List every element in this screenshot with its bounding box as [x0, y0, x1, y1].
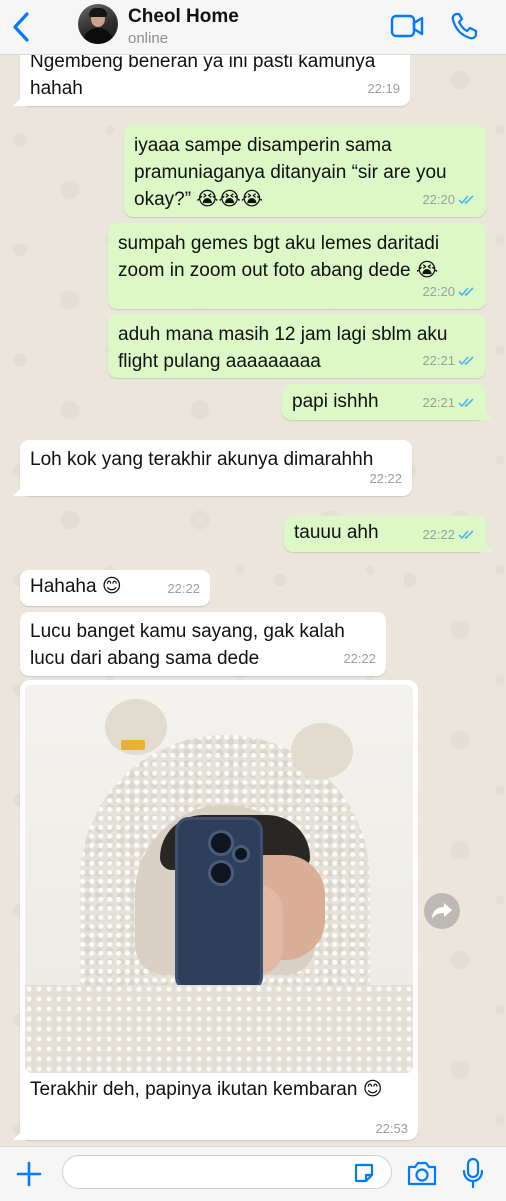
contact-name[interactable]: Cheol Home: [128, 6, 239, 28]
message-text: tauuu ahh: [294, 522, 379, 543]
message-time: 22:20: [422, 192, 455, 207]
plus-icon[interactable]: [15, 1160, 43, 1188]
chat-header: Cheol Home online: [0, 0, 506, 55]
forward-button[interactable]: [424, 893, 460, 929]
message-time: 22:21: [422, 353, 455, 368]
message-text: Loh kok yang terakhir akunya dimarahhh: [30, 449, 374, 470]
message-bubble-outgoing[interactable]: iyaaa sampe disamperin sama pramuniagany…: [124, 125, 486, 217]
message-bubble-outgoing[interactable]: tauuu ahh 22:22: [284, 516, 486, 552]
microphone-icon[interactable]: [462, 1157, 484, 1189]
message-time: 22:19: [367, 81, 400, 96]
message-text: sumpah gemes bgt aku lemes daritadi zoom…: [118, 233, 440, 281]
message-time: 22:22: [343, 651, 376, 666]
read-ticks-icon: [458, 356, 474, 366]
read-ticks-icon: [458, 287, 474, 297]
message-time: 22:22: [422, 527, 455, 542]
read-ticks-icon: [458, 530, 474, 540]
message-time: 22:22: [167, 581, 200, 596]
message-time: 22:53: [375, 1121, 408, 1136]
message-bubble-outgoing[interactable]: papi ishhh 22:21: [282, 384, 486, 420]
message-time: 22:21: [422, 395, 455, 410]
message-input[interactable]: [62, 1155, 392, 1189]
message-text: Hahaha 😊: [30, 576, 122, 597]
message-input-bar: [0, 1146, 506, 1201]
read-ticks-icon: [458, 398, 474, 408]
video-camera-icon[interactable]: [390, 13, 424, 39]
sticker-icon[interactable]: [352, 1161, 376, 1185]
camera-icon[interactable]: [406, 1159, 438, 1187]
message-bubble-incoming[interactable]: Hahaha 😊 22:22: [20, 570, 210, 606]
message-text: Lucu banget kamu sayang, gak kalah lucu …: [30, 621, 345, 669]
avatar[interactable]: [78, 4, 118, 44]
photo-caption: Terakhir deh, papinya ikutan kembaran 😊: [30, 1079, 383, 1100]
message-text: iyaaa sampe disamperin sama pramuniagany…: [134, 135, 447, 210]
phone-icon[interactable]: [450, 11, 478, 41]
message-time: 22:22: [369, 471, 402, 486]
message-bubble-outgoing[interactable]: aduh mana masih 12 jam lagi sblm aku fli…: [108, 314, 486, 378]
message-bubble-incoming[interactable]: Loh kok yang terakhir akunya dimarahhh 2…: [20, 440, 412, 496]
message-time: 22:20: [422, 284, 455, 299]
message-text: aduh mana masih 12 jam lagi sblm aku fli…: [118, 324, 448, 372]
forward-arrow-icon: [432, 903, 452, 919]
message-text: papi ishhh: [292, 391, 379, 412]
message-bubble-outgoing[interactable]: sumpah gemes bgt aku lemes daritadi zoom…: [108, 223, 486, 309]
shared-photo[interactable]: [25, 685, 413, 1073]
message-bubble-incoming[interactable]: Lucu banget kamu sayang, gak kalah lucu …: [20, 612, 386, 676]
read-ticks-icon: [458, 195, 474, 205]
contact-status: online: [128, 30, 169, 47]
photo-message-bubble[interactable]: Terakhir deh, papinya ikutan kembaran 😊 …: [20, 680, 418, 1140]
chevron-left-icon[interactable]: [10, 10, 34, 44]
message-text: Ngembeng beneran ya ini pasti kamunya ha…: [30, 51, 376, 99]
